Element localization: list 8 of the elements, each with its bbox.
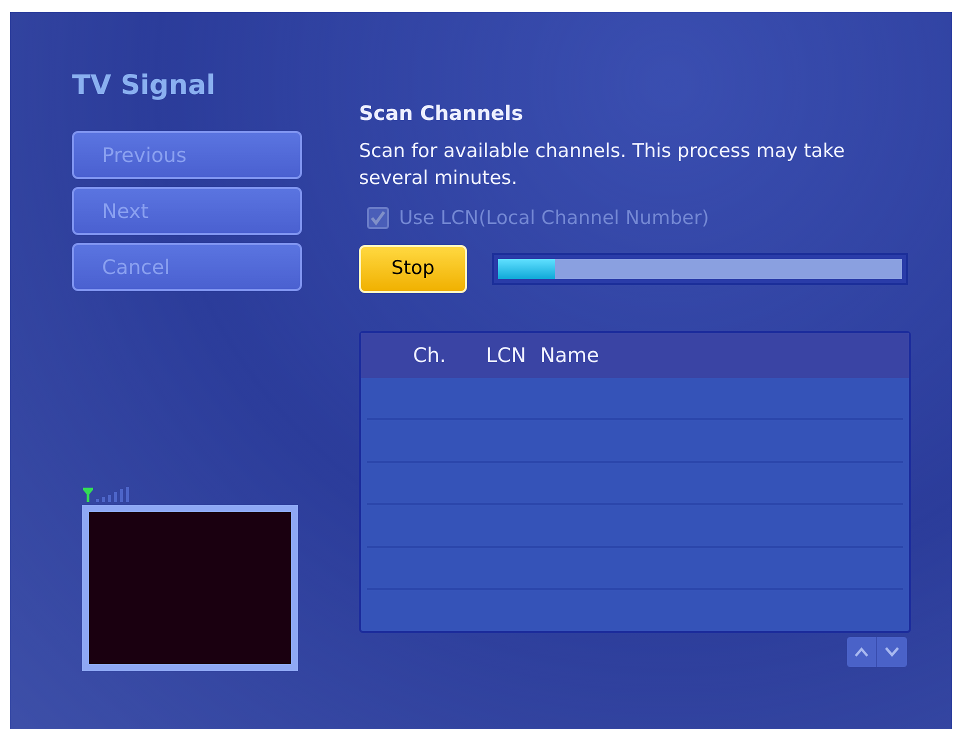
column-header: Name [540, 342, 600, 369]
page-title: TV Signal [72, 69, 216, 103]
stop-button[interactable]: Stop [359, 244, 467, 292]
column-header: Ch. [413, 342, 446, 369]
column-header: LCN [486, 342, 526, 369]
section-heading: Scan Channels [359, 100, 524, 127]
description-text: Scan for available channels. This process may take several minutes. [359, 139, 846, 191]
checkbox-label: Use LCN(Local Channel Number) [399, 206, 710, 231]
